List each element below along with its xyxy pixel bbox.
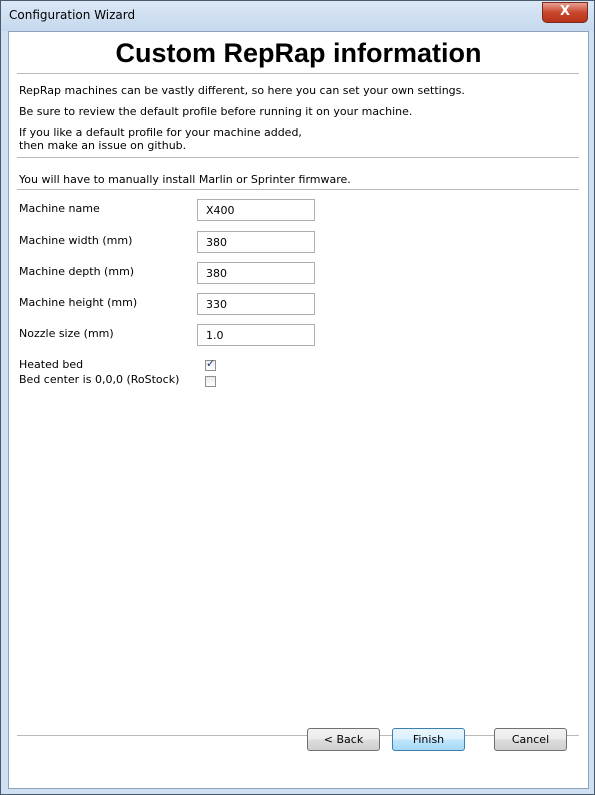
machine-depth-label: Machine depth (mm) xyxy=(19,265,135,278)
machine-height-input[interactable]: 330 xyxy=(197,293,315,315)
close-icon: X xyxy=(559,4,571,19)
intro-line-3: If you like a default profile for your m… xyxy=(19,126,302,139)
heated-bed-label: Heated bed xyxy=(19,358,84,371)
machine-height-label: Machine height (mm) xyxy=(19,296,138,309)
heated-bed-checkbox[interactable]: ✓ xyxy=(205,357,216,371)
nozzle-size-label: Nozzle size (mm) xyxy=(19,327,114,340)
heading-divider xyxy=(17,73,579,74)
cancel-button[interactable]: Cancel xyxy=(494,728,567,751)
machine-name-label: Machine name xyxy=(19,202,100,215)
intro-divider xyxy=(17,157,579,158)
checkmark-icon: ✓ xyxy=(206,357,216,370)
intro-line-1: RepRap machines can be vastly different,… xyxy=(19,84,465,97)
page-title: Custom RepRap information xyxy=(115,38,482,68)
firmware-divider xyxy=(17,189,579,190)
bed-center-checkbox[interactable] xyxy=(205,376,216,387)
wizard-page: Custom RepRap information RepRap machine… xyxy=(8,31,589,789)
back-button[interactable]: < Back xyxy=(307,728,380,751)
machine-depth-input[interactable]: 380 xyxy=(197,262,315,284)
finish-button[interactable]: Finish xyxy=(392,728,465,751)
title-bar[interactable]: Configuration Wizard X xyxy=(1,1,594,31)
machine-width-label: Machine width (mm) xyxy=(19,234,133,247)
intro-line-2: Be sure to review the default profile be… xyxy=(19,105,413,118)
nozzle-size-input[interactable]: 1.0 xyxy=(197,324,315,346)
machine-name-input[interactable]: X400 xyxy=(197,199,315,221)
close-button[interactable]: X xyxy=(542,2,588,23)
firmware-note: You will have to manually install Marlin… xyxy=(19,173,351,186)
intro-line-4: then make an issue on github. xyxy=(19,139,187,152)
bed-center-label: Bed center is 0,0,0 (RoStock) xyxy=(19,373,180,386)
machine-width-input[interactable]: 380 xyxy=(197,231,315,253)
window-title: Configuration Wizard xyxy=(9,8,136,22)
wizard-window: Configuration Wizard X Custom RepRap inf… xyxy=(0,0,595,795)
